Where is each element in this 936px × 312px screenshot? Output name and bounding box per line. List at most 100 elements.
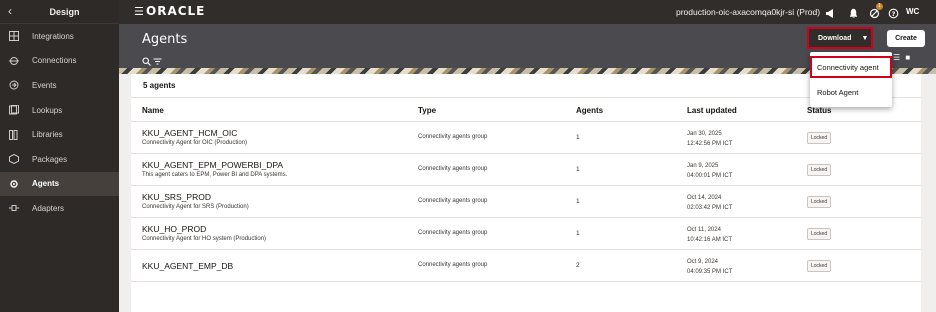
column-name[interactable]: Name: [142, 106, 164, 115]
menu-item-robot-agent[interactable]: Robot Agent: [810, 81, 892, 103]
megaphone-icon[interactable]: [825, 6, 836, 18]
environment-name: production-oic-axacomqa0kjr-si (Prod): [676, 7, 821, 17]
table-row[interactable]: KKU_AGENT_EMP_DB Connectivity agents gro…: [131, 250, 921, 282]
sidebar-item-label: Adapters: [32, 203, 65, 213]
sidebar-item-packages[interactable]: Packages: [0, 147, 119, 172]
last-updated: Jan 30, 2025 12:42:56 PM ICT: [687, 129, 732, 149]
top-bar: ☰ ORACLE production-oic-axacomqa0kjr-si …: [119, 0, 936, 24]
last-updated-date: Oct 14, 2024: [687, 195, 722, 201]
last-updated: Jan 9, 2025 04:00:01 PM ICT: [687, 161, 732, 181]
sidebar-item-events[interactable]: Events: [0, 73, 119, 98]
last-updated-date: Oct 11, 2024: [687, 227, 721, 233]
sidebar-item-label: Events: [32, 80, 57, 90]
agent-name[interactable]: KKU_AGENT_EMP_DB: [142, 261, 233, 271]
back-icon[interactable]: ‹: [8, 4, 12, 18]
caret-down-icon: ▼: [861, 34, 869, 42]
column-last-updated[interactable]: Last updated: [687, 106, 737, 115]
agents-icon: [9, 179, 19, 189]
agent-count: 1: [576, 166, 580, 173]
table-row[interactable]: KKU_AGENT_EPM_POWERBI_DPA This agent cat…: [131, 154, 921, 186]
download-menu: Connectivity agent Robot Agent: [810, 52, 892, 107]
agent-description: This agent caters to EPM, Power BI and D…: [142, 172, 288, 178]
sidebar-item-lookups[interactable]: Lookups: [0, 98, 119, 123]
last-updated-time: 02:03:42 PM ICT: [687, 205, 733, 211]
agent-description: Connectivity Agent for HO system (Produc…: [142, 236, 267, 242]
grid-view-icon[interactable]: ■: [905, 53, 910, 62]
status-badge: Locked: [807, 260, 832, 272]
status-badge: Locked: [807, 228, 832, 240]
sidebar: ‹ Design Integrations Connections Events…: [0, 0, 119, 312]
column-agents[interactable]: Agents: [576, 106, 603, 115]
last-updated-date: Oct 9, 2024: [687, 259, 719, 265]
agent-type: Connectivity agents group: [418, 198, 488, 204]
last-updated-time: 12:42:56 PM ICT: [687, 141, 733, 147]
avatar[interactable]: WC: [906, 7, 919, 16]
table-row[interactable]: KKU_SRS_PROD Connectivity Agent for SRS …: [131, 186, 921, 218]
svg-text:?: ?: [892, 10, 896, 18]
status-badge: Locked: [807, 164, 832, 176]
sidebar-title: Design: [49, 6, 80, 17]
table-header: Name Type Agents Last updated Status: [131, 98, 921, 122]
sidebar-item-connections[interactable]: Connections: [0, 49, 119, 74]
libraries-icon: [9, 129, 19, 140]
agent-name[interactable]: KKU_AGENT_EPM_POWERBI_DPA: [142, 160, 283, 170]
agent-type: Connectivity agents group: [418, 262, 488, 268]
sidebar-item-agents[interactable]: Agents: [0, 171, 119, 197]
sidebar-item-label: Packages: [32, 154, 68, 164]
status-badge: Locked: [807, 132, 832, 144]
bell-icon[interactable]: [848, 6, 859, 18]
last-updated-time: 10:42:16 AM ICT: [687, 237, 733, 243]
agent-description: Connectivity Agent for SRS (Production): [142, 204, 249, 210]
agent-name[interactable]: KKU_AGENT_HCM_OIC: [142, 128, 237, 138]
agent-count: 1: [576, 230, 580, 237]
last-updated: Oct 11, 2024 10:42:16 AM ICT: [687, 225, 732, 245]
list-view-icon[interactable]: ☰: [893, 53, 900, 62]
agent-type: Connectivity agents group: [418, 134, 488, 140]
oracle-logo: ORACLE: [146, 4, 206, 18]
agent-name[interactable]: KKU_SRS_PROD: [142, 192, 211, 202]
sidebar-item-label: Integrations: [32, 31, 74, 41]
notification-badge: 1: [876, 3, 883, 10]
agent-description: Connectivity Agent for OIC (Production): [142, 140, 248, 146]
menu-item-connectivity-agent[interactable]: Connectivity agent: [810, 56, 892, 78]
integrations-icon: [9, 31, 19, 42]
table-row[interactable]: KKU_AGENT_HCM_OIC Connectivity Agent for…: [131, 122, 921, 154]
sidebar-item-label: Libraries: [32, 130, 63, 140]
page-title: Agents: [142, 32, 188, 47]
last-updated: Oct 14, 2024 02:03:42 PM ICT: [687, 193, 732, 213]
last-updated-date: Jan 30, 2025: [687, 131, 722, 137]
status-badge: Locked: [807, 196, 832, 208]
last-updated: Oct 9, 2024 04:09:35 PM ICT: [687, 257, 732, 277]
create-button[interactable]: Create: [887, 30, 925, 47]
agents-count: 5 agents: [131, 74, 921, 98]
column-type[interactable]: Type: [418, 106, 436, 115]
column-status[interactable]: Status: [807, 106, 831, 115]
connections-icon: [9, 56, 19, 66]
last-updated-time: 04:00:01 PM ICT: [687, 173, 733, 179]
adapters-icon: [9, 203, 19, 213]
download-button[interactable]: Download ▼: [807, 27, 873, 49]
sidebar-item-label: Connections: [32, 56, 77, 66]
agent-count: 1: [576, 198, 580, 205]
table-row[interactable]: KKU_HO_PROD Connectivity Agent for HO sy…: [131, 218, 921, 250]
download-button-label: Download: [818, 34, 852, 42]
view-toggle[interactable]: ☰ ■: [893, 53, 910, 62]
sidebar-item-adapters[interactable]: Adapters: [0, 196, 119, 221]
last-updated-time: 04:09:35 PM ICT: [687, 269, 733, 275]
menu-icon[interactable]: ☰: [134, 5, 144, 18]
packages-icon: [9, 154, 19, 165]
agent-type: Connectivity agents group: [418, 230, 488, 236]
agent-name[interactable]: KKU_HO_PROD: [142, 224, 206, 234]
agents-table-card: 5 agents Name Type Agents Last updated S…: [131, 74, 921, 312]
sidebar-item-label: Agents: [32, 179, 60, 189]
events-icon: [9, 80, 19, 90]
sidebar-item-integrations[interactable]: Integrations: [0, 24, 119, 49]
agent-type: Connectivity agents group: [418, 166, 488, 172]
sidebar-item-label: Lookups: [32, 105, 63, 115]
last-updated-date: Jan 9, 2025: [687, 163, 719, 169]
sidebar-header: ‹ Design: [0, 0, 119, 24]
help-icon[interactable]: ?: [888, 6, 899, 19]
sidebar-item-libraries[interactable]: Libraries: [0, 122, 119, 147]
agent-count: 1: [576, 134, 580, 141]
lookups-icon: [9, 105, 19, 115]
